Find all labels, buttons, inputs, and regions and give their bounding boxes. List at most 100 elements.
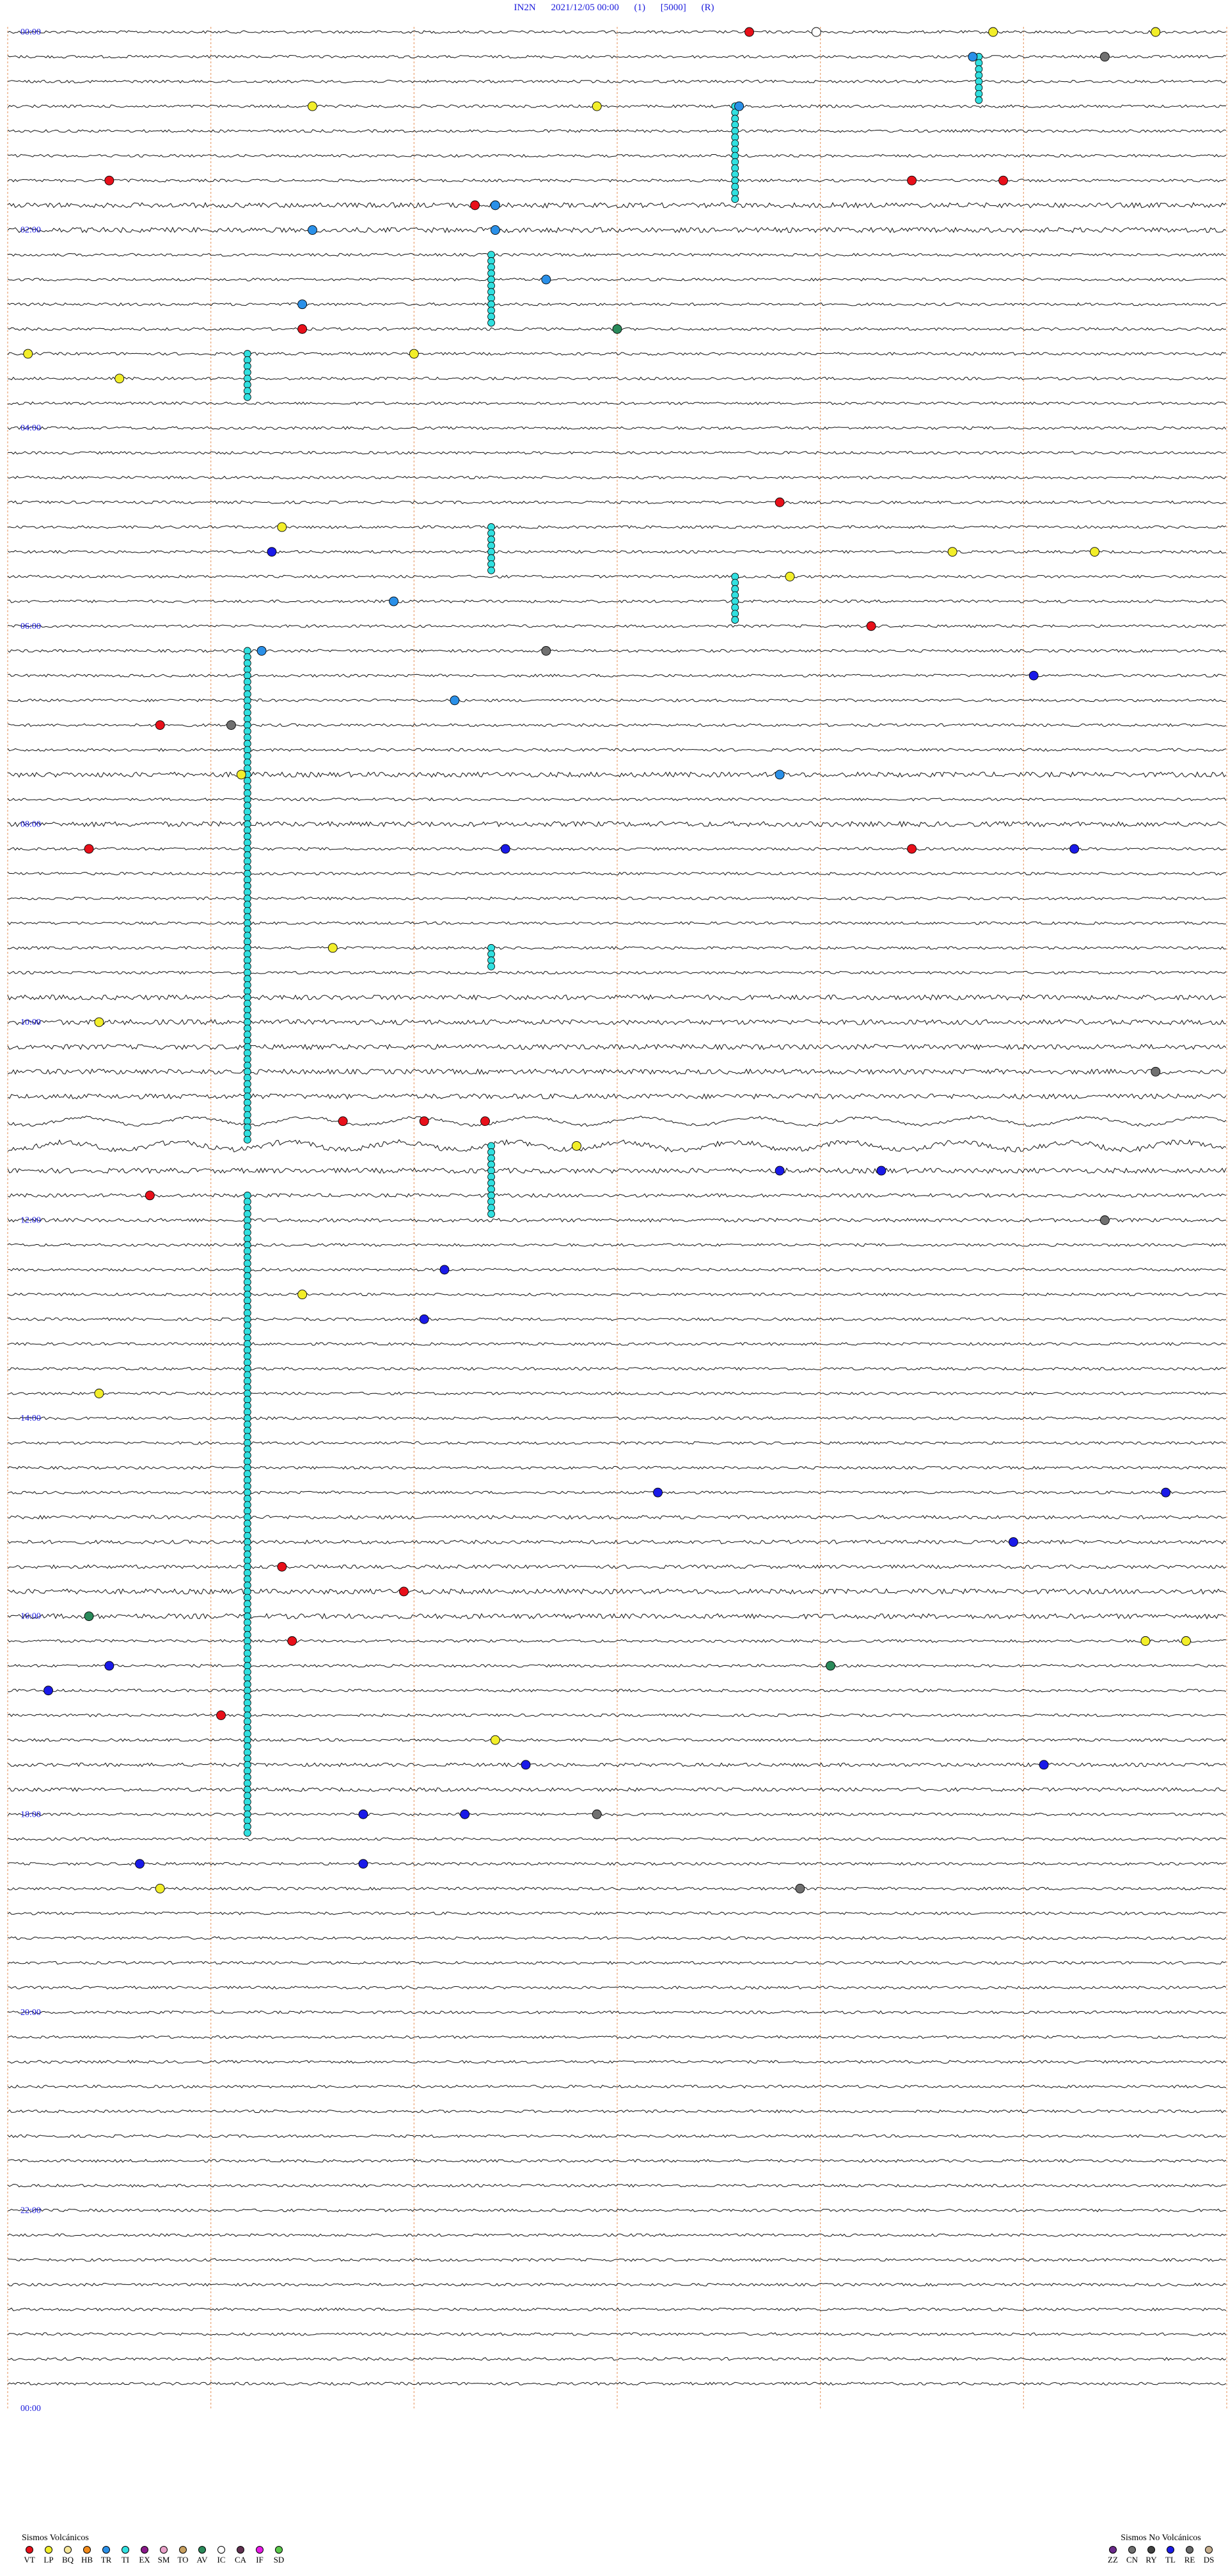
legend-dot — [256, 2546, 264, 2554]
legend-volcanic-tr: TR — [98, 2546, 114, 2565]
legend-dot — [26, 2546, 33, 2554]
event-marker-vt — [775, 497, 785, 507]
event-marker-tl — [1008, 1537, 1018, 1547]
legend-volcanic-hb: HB — [79, 2546, 95, 2565]
legend-volcanic-to: TO — [175, 2546, 191, 2565]
event-marker-lp — [236, 770, 246, 780]
legend-dot — [102, 2546, 110, 2554]
helicorder-plot: 00:00 02:00 04:00 06:00 08:00 10:00 12:00 14:00… — [7, 27, 1227, 2414]
event-marker-tl — [419, 1314, 429, 1324]
event-marker-tl — [775, 1166, 785, 1176]
legend-dot — [1147, 2546, 1155, 2554]
tremor-marker — [243, 1829, 251, 1837]
legend-volcanic-title: Sismos Volcánicos — [22, 2533, 89, 2543]
event-marker-tr — [541, 274, 551, 285]
event-marker-tl — [358, 1859, 368, 1869]
event-marker-lp — [114, 374, 125, 384]
legend-nonvolcanic-title: Sismos No Volcánicos — [1121, 2533, 1201, 2543]
legend-dot — [198, 2546, 206, 2554]
legend-volcanic-ti: TI — [118, 2546, 133, 2565]
legend-code: IF — [256, 2555, 264, 2564]
event-marker-lp — [785, 571, 795, 581]
tremor-marker — [731, 616, 739, 624]
event-marker-vt — [277, 1561, 287, 1572]
legend-volcanic-sd: SD — [271, 2546, 287, 2565]
event-marker-lp — [490, 1735, 500, 1745]
legend-nonvolcanic-zz: ZZ — [1105, 2546, 1121, 2565]
legend-volcanic-ca: CA — [233, 2546, 248, 2565]
legend-code: RE — [1184, 2555, 1195, 2564]
legend-dot — [1205, 2546, 1213, 2554]
legend-volcanic-ex: EX — [137, 2546, 152, 2565]
event-marker-av — [84, 1611, 94, 1622]
event-marker-lp — [1140, 1636, 1151, 1646]
event-marker-vt — [338, 1116, 348, 1126]
legend-nonvolcanic-re: RE — [1182, 2546, 1197, 2565]
time-label: 12:00 — [20, 1216, 41, 1226]
legend-code: TL — [1165, 2555, 1176, 2564]
event-marker-tr — [450, 695, 460, 706]
event-marker-lp — [297, 1290, 308, 1300]
tremor-marker — [487, 1210, 495, 1218]
event-marker-tr — [297, 299, 308, 310]
legend-dot — [160, 2546, 168, 2554]
legend-dot — [45, 2546, 52, 2554]
legend-volcanic-items: VT LP BQ HB TR TI EX SM TO AV IC CA IF SD — [22, 2546, 287, 2565]
event-marker-vt — [419, 1116, 429, 1126]
event-marker-tl — [135, 1859, 145, 1869]
event-marker-lp — [327, 943, 338, 953]
event-marker-tl — [653, 1487, 663, 1497]
event-marker-vt — [907, 175, 917, 186]
event-marker-tl — [358, 1809, 368, 1819]
event-marker-tl — [1028, 670, 1039, 681]
tremor-marker — [243, 393, 251, 401]
event-marker-tr — [775, 770, 785, 780]
event-marker-lp — [1151, 27, 1161, 37]
event-marker-tl — [521, 1760, 531, 1770]
event-marker-tl — [1069, 844, 1080, 854]
trace-row-14 — [8, 376, 1227, 381]
legend-dot — [1186, 2546, 1193, 2554]
legend-code: BQ — [61, 2555, 74, 2564]
event-marker-tl — [876, 1166, 886, 1176]
legend-volcanic-bq: BQ — [60, 2546, 75, 2565]
tremor-marker — [487, 962, 495, 970]
legend-code: TI — [121, 2555, 130, 2564]
event-marker-lp — [1181, 1636, 1191, 1646]
event-marker-vt — [480, 1116, 490, 1126]
tremor-marker — [487, 319, 495, 327]
time-label: 18:00 — [20, 1810, 41, 1819]
event-marker-tl — [43, 1686, 53, 1696]
event-marker-cn — [592, 1809, 602, 1819]
event-marker-vt — [155, 720, 165, 730]
legend-nonvolcanic-tl: TL — [1163, 2546, 1178, 2565]
legend-code: SD — [273, 2555, 285, 2564]
event-marker-tr — [968, 52, 978, 62]
event-marker-av — [826, 1661, 836, 1671]
event-marker-lp — [592, 101, 602, 111]
event-marker-vt — [907, 844, 917, 854]
event-marker-vt — [104, 175, 114, 186]
event-marker-lp — [23, 349, 33, 359]
legend-dot — [179, 2546, 187, 2554]
event-marker-lp — [94, 1017, 104, 1027]
legend-code: TO — [177, 2555, 189, 2564]
event-marker-tr — [308, 225, 317, 235]
legend-code: VT — [24, 2555, 35, 2564]
time-label: 22:00 — [20, 2206, 41, 2215]
trace-row-71 — [7, 1787, 1227, 1792]
time-label: 00:00 — [20, 2404, 41, 2414]
event-marker-ic — [811, 27, 821, 37]
legend-volcanic: Sismos Volcánicos VT LP BQ HB TR TI EX SM TO AV IC… — [22, 2533, 287, 2565]
time-label: 04:00 — [20, 423, 41, 433]
time-label: 14:00 — [20, 1414, 41, 1423]
event-marker-tl — [460, 1809, 470, 1819]
time-label: 08:00 — [20, 819, 41, 829]
event-marker-tr — [734, 101, 744, 111]
time-label: 10:00 — [20, 1018, 41, 1027]
event-marker-tl — [1039, 1760, 1049, 1770]
legend-code: TR — [100, 2555, 112, 2564]
event-marker-lp — [947, 547, 957, 557]
trace-row-91 — [7, 2282, 1227, 2287]
event-marker-vt — [216, 1711, 226, 1720]
